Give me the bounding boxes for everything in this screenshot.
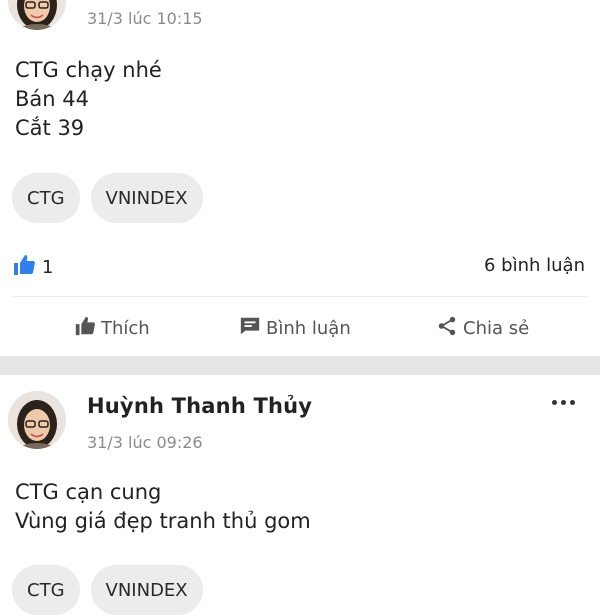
comment-label: Bình luận [266, 317, 351, 339]
author-name[interactable]: Huỳnh Thanh Thủy [87, 394, 312, 418]
like-label: Thích [101, 317, 150, 339]
comment-button[interactable]: Bình luận [239, 308, 351, 348]
content-line: CTG chạy nhé [15, 58, 162, 82]
tag-ctg[interactable]: CTG [12, 173, 80, 223]
tag-list: CTG VNINDEX [12, 565, 203, 615]
like-count: 1 [42, 256, 54, 278]
author-avatar[interactable] [8, 391, 66, 449]
tag-vnindex[interactable]: VNINDEX [90, 173, 203, 223]
tag-vnindex[interactable]: VNINDEX [90, 565, 203, 615]
avatar-image [8, 391, 66, 449]
post-time: 31/3 lúc 09:26 [87, 433, 203, 452]
post-separator [0, 356, 600, 375]
post-card-1: 31/3 lúc 10:15 CTG chạy nhé Bán 44 Cắt 3… [0, 0, 600, 356]
divider [12, 296, 588, 297]
content-line: Bán 44 [15, 87, 89, 111]
thumbs-up-icon [12, 253, 36, 281]
tag-ctg[interactable]: CTG [12, 565, 80, 615]
content-line: Vùng giá đẹp tranh thủ gom [15, 509, 311, 533]
thumbs-up-icon [74, 315, 96, 341]
content-line: Cắt 39 [15, 116, 85, 140]
post-stats: 1 6 bình luận [12, 248, 585, 284]
like-summary[interactable]: 1 [12, 253, 53, 281]
post-actions: Thích Bình luận Chia sẻ [0, 308, 600, 348]
avatar-image [8, 0, 66, 30]
comment-count[interactable]: 6 bình luận [484, 255, 585, 276]
post-content: CTG cạn cung Vùng giá đẹp tranh thủ gom [15, 478, 311, 536]
author-avatar[interactable] [8, 0, 66, 30]
post-time: 31/3 lúc 10:15 [87, 9, 203, 28]
post-card-2: Huỳnh Thanh Thủy 31/3 lúc 09:26 CTG cạn … [0, 375, 600, 615]
comment-icon [239, 315, 261, 341]
content-line: CTG cạn cung [15, 480, 162, 504]
share-icon [436, 315, 458, 341]
more-options-icon[interactable] [548, 395, 578, 409]
like-button[interactable]: Thích [74, 308, 150, 348]
share-label: Chia sẻ [463, 317, 530, 339]
share-button[interactable]: Chia sẻ [436, 308, 529, 348]
tag-list: CTG VNINDEX [12, 173, 203, 223]
post-content: CTG chạy nhé Bán 44 Cắt 39 [15, 56, 162, 143]
